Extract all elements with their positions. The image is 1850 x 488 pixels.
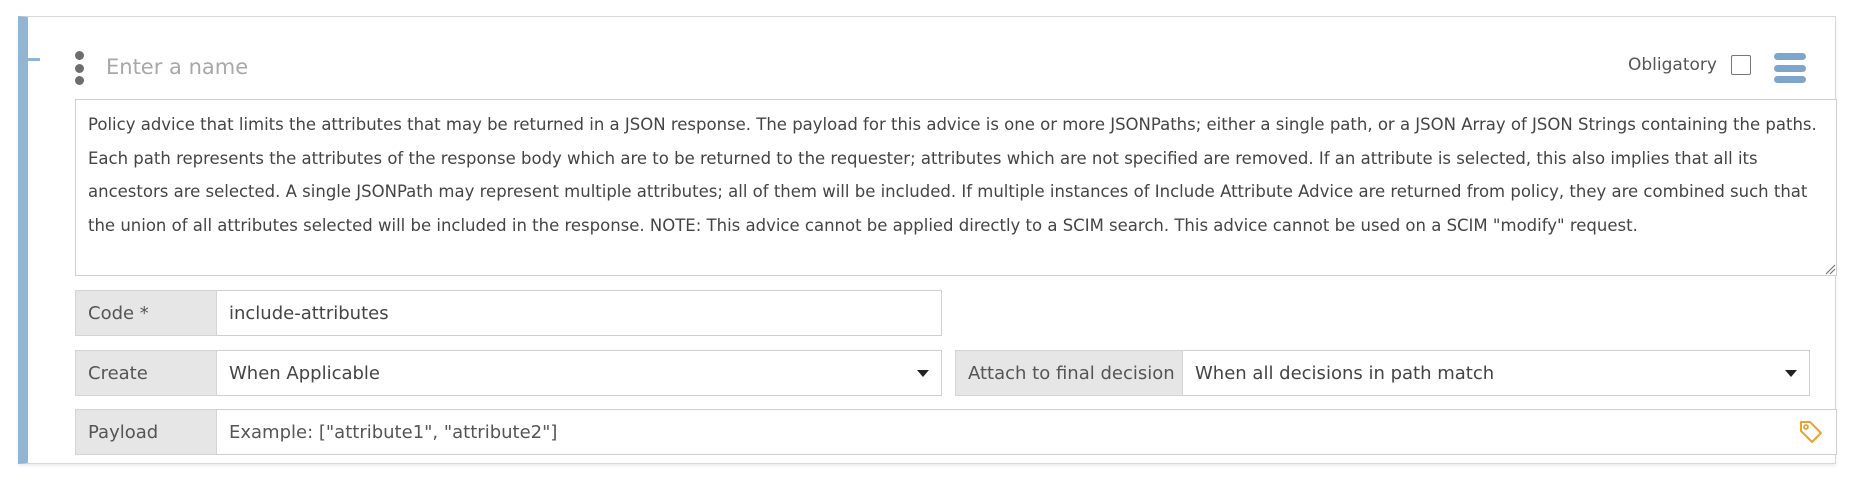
attach-selected-value: When all decisions in path match bbox=[1195, 362, 1495, 384]
code-label: Code * bbox=[75, 290, 217, 336]
code-input[interactable] bbox=[229, 302, 929, 324]
payload-input[interactable] bbox=[229, 421, 1790, 443]
name-input[interactable] bbox=[106, 47, 1156, 87]
obligatory-label: Obligatory bbox=[1628, 55, 1717, 75]
advice-panel: Obligatory Policy advice that limits the… bbox=[18, 16, 1837, 464]
obligatory-checkbox[interactable] bbox=[1730, 55, 1751, 75]
chevron-down-icon bbox=[917, 369, 929, 377]
payload-field[interactable] bbox=[217, 409, 1837, 455]
code-row: Code * bbox=[75, 290, 942, 336]
tag-icon[interactable] bbox=[1798, 419, 1824, 445]
create-row: Create When Applicable bbox=[75, 350, 942, 396]
chevron-down-icon bbox=[1785, 369, 1797, 377]
hamburger-menu-icon[interactable] bbox=[1774, 53, 1806, 83]
attach-select[interactable]: When all decisions in path match bbox=[1183, 350, 1810, 396]
code-field[interactable] bbox=[217, 290, 942, 336]
create-selected-value: When Applicable bbox=[229, 362, 381, 384]
create-label: Create bbox=[75, 350, 217, 396]
obligatory-control: Obligatory bbox=[1628, 55, 1751, 75]
attach-label: Attach to final decision bbox=[955, 350, 1183, 396]
vertical-dots-icon[interactable] bbox=[72, 51, 86, 85]
attach-row: Attach to final decision When all decisi… bbox=[955, 350, 1810, 396]
payload-row: Payload bbox=[75, 409, 1837, 455]
payload-label: Payload bbox=[75, 409, 217, 455]
create-select[interactable]: When Applicable bbox=[217, 350, 942, 396]
description-textarea[interactable]: Policy advice that limits the attributes… bbox=[75, 99, 1837, 276]
collapse-minus-icon[interactable] bbox=[28, 51, 40, 67]
